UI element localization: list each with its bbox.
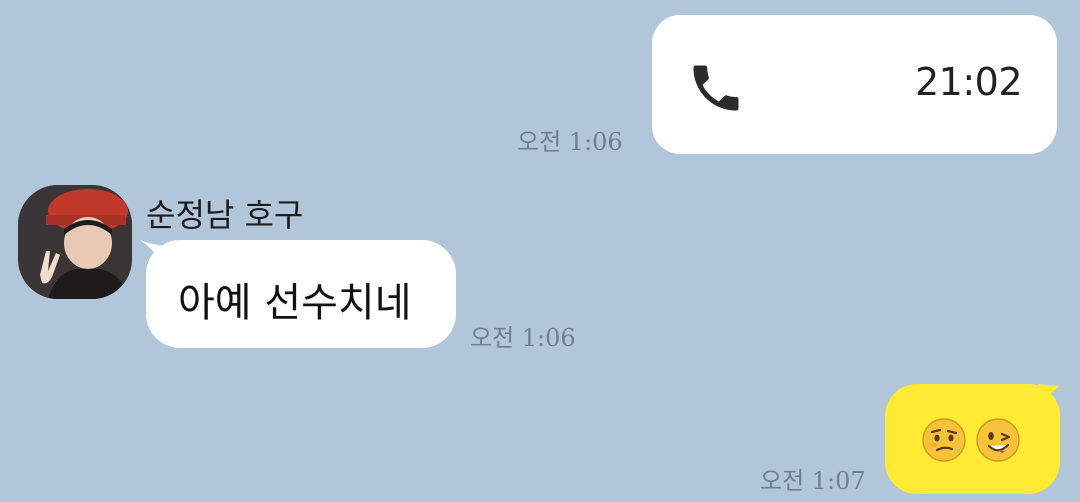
- message-timestamp: 오전 1:07: [760, 467, 866, 495]
- phone-icon: [693, 65, 739, 111]
- winking-face-emoji: [976, 418, 1020, 462]
- sender-name: 순정남 호구: [146, 196, 304, 234]
- bubble-tail: [1038, 384, 1060, 410]
- call-duration: 21:02: [914, 60, 1023, 104]
- message-text: 아예 선수치네: [178, 280, 412, 326]
- emoji-row: [921, 417, 1021, 467]
- message-timestamp: 오전 1:06: [517, 128, 623, 156]
- profile-photo: [18, 185, 132, 299]
- chat-room: 21:02 오전 1:06 순정남 호구 아예 선수치네 오전 1:06 오전 …: [0, 0, 1080, 502]
- message-timestamp: 오전 1:06: [470, 324, 576, 352]
- avatar[interactable]: [18, 185, 132, 299]
- confused-face-emoji: [922, 418, 966, 462]
